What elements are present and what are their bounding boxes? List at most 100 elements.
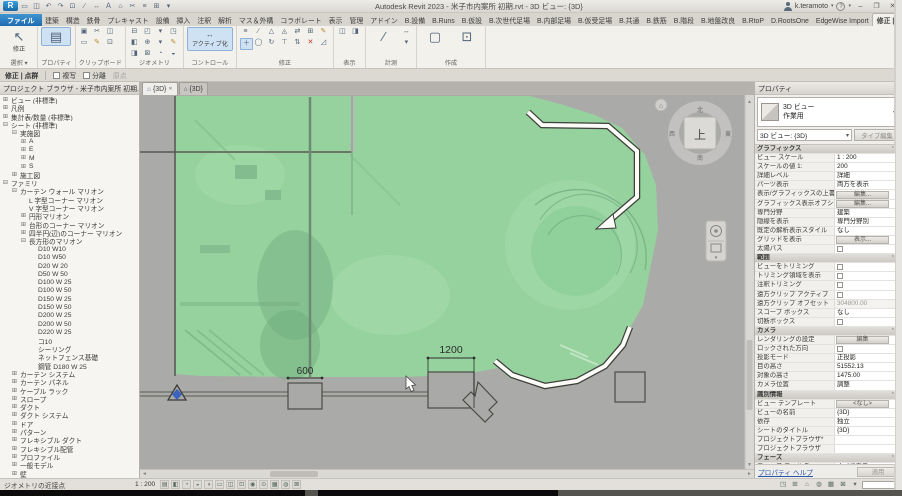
revit-logo-icon[interactable]: R [3,1,18,11]
dimension-text[interactable]: 600 [297,366,314,377]
property-row[interactable]: スケールの値 1: 200 200 [755,163,902,172]
ribbon-tab[interactable]: B.鉄筋 [643,14,670,26]
properties-help-link[interactable]: プロパティ ヘルプ [758,467,813,477]
tree-expander-icon[interactable]: ⊞ [20,221,27,229]
mirror-axis-icon[interactable] [266,27,277,37]
status-icon[interactable]: ◳ [778,480,788,489]
delete-icon[interactable] [305,38,316,48]
ribbon-tab[interactable]: B.仮受足場 [575,14,616,26]
tree-item[interactable]: D20 W 20 [0,262,139,270]
offset-icon[interactable] [253,27,264,37]
ribbon-tab[interactable]: コラボレート [277,14,325,26]
tree-item[interactable]: ⊞ パターン [0,428,139,436]
pin-icon[interactable] [279,38,290,48]
property-value[interactable]: 正投影 [835,354,895,362]
extend-icon[interactable] [292,27,303,37]
ribbon-tab[interactable]: B.仮設 [458,14,485,26]
tree-item[interactable]: V 字型コーナー マリオン [0,204,139,212]
svg-text:西[interactable]: 西 [669,131,675,138]
option-checkbox-disjoin[interactable]: 分離 [83,70,106,80]
tree-expander-icon[interactable]: ⊟ [11,187,18,195]
tree-expander-icon[interactable]: ⊟ [2,121,9,129]
tree-item[interactable]: ⊟ カーテン ウォール マリオン [0,187,139,195]
wall-joins-icon[interactable] [129,49,140,59]
tree-item[interactable]: ⊞ ダクト システム [0,411,139,419]
qat-icon[interactable]: ⌂ [115,1,126,12]
property-row[interactable]: プロジェクトブラウザ [755,445,902,454]
status-icon[interactable]: ⌂ [802,480,812,489]
property-row[interactable]: フェーズ フィルタ すべて表示 すべて表示 [755,463,902,464]
ribbon-tab[interactable]: B.内部足場 [533,14,574,26]
property-value[interactable]: 専門分野別 [835,218,895,226]
ribbon-tab[interactable]: プレキャスト [104,14,152,26]
tree-item[interactable]: D220 W 25 [0,328,139,336]
trim-icon[interactable] [318,38,329,48]
account-caret-icon[interactable]: ▾ [831,3,834,9]
type-selector[interactable]: 3D ビュー 作業用 ▾ [757,97,900,127]
copy-icon[interactable] [105,27,116,37]
split-face-icon[interactable] [168,38,179,48]
ribbon-tab[interactable]: 解析 [215,14,236,26]
property-row[interactable]: 表示/グラフィックスの上書き 編集... 編集... [755,190,902,199]
tree-expander-icon[interactable]: ⊞ [2,104,9,112]
property-row[interactable]: ビュー スケール 1 : 200 1 : 200 [755,154,902,163]
tree-expander-icon[interactable]: ⊞ [11,436,18,444]
status-icon[interactable]: ▾ [850,480,860,489]
checkbox-icon[interactable] [83,72,90,79]
tree-expander-icon[interactable]: ⊞ [11,411,18,419]
view-control-icon[interactable]: ▭ [215,480,224,489]
tree-item[interactable]: ⊞ カーテン システム [0,370,139,378]
property-value[interactable]: 1 : 200 [835,154,895,162]
dimension-text[interactable]: 1200 [439,344,463,356]
checkbox-icon[interactable] [53,72,60,79]
tree-item[interactable]: ⊞ プロファイル [0,453,139,461]
tree-expander-icon[interactable]: ⊞ [20,163,27,171]
tree-expander-icon[interactable]: ⊞ [2,113,9,121]
tree-item[interactable]: D10 W50 [0,254,139,262]
tree-expander-icon[interactable]: ⊟ [2,179,9,187]
property-value[interactable]: 51552.13 [835,363,895,371]
view-control-icon[interactable]: ◫ [226,480,235,489]
mirror-draw-icon[interactable] [279,27,290,37]
create-similar-button[interactable]: ⊡ [452,27,482,46]
tree-expander-icon[interactable]: ⊞ [20,212,27,220]
close-view-icon[interactable] [168,86,172,92]
override-icon[interactable] [350,27,361,37]
tree-item[interactable]: ⊞ 一般モデル [0,461,139,469]
cut-icon[interactable] [92,27,103,37]
property-row[interactable]: 専門分野 建築 建築 [755,209,902,218]
slab-icon[interactable] [168,49,179,59]
property-value[interactable]: {3D} [835,427,895,435]
option-checkbox-copy[interactable]: 複写 [53,70,76,80]
property-row[interactable]: 遠方クリップ アクティブ [755,291,902,300]
ribbon-tab[interactable]: マス＆外構 [235,14,276,26]
align-icon[interactable] [240,27,251,37]
profile-icon[interactable] [155,49,166,59]
tree-item[interactable]: D150 W 25 [0,295,139,303]
property-checkbox[interactable] [837,292,843,298]
tree-item[interactable]: ⊞ E [0,146,139,154]
canvas-vscrollbar[interactable]: ▲ ▼ [745,95,754,469]
qat-icon[interactable]: ↔ [91,1,102,12]
tree-item[interactable]: D100 W 25 [0,279,139,287]
property-edit-button[interactable]: 編集 [836,336,889,344]
property-value[interactable]: なし [835,309,895,317]
property-value[interactable]: 調整 [835,381,895,389]
ribbon-tab[interactable]: B.設備 [401,14,428,26]
tree-expander-icon[interactable]: ⊞ [11,428,18,436]
property-row[interactable]: 注釈トリミング [755,281,902,290]
property-checkbox[interactable] [837,319,843,325]
property-value[interactable]: 独立 [835,418,895,426]
dropdown-icon[interactable] [155,38,166,48]
tree-expander-icon[interactable]: ⊞ [11,470,18,478]
sketch-icon[interactable] [318,27,329,37]
property-edit-button[interactable]: <なし> [836,400,889,408]
project-browser-header[interactable]: プロジェクト ブラウザ - 米子市内案所 初期.rvt [0,82,139,95]
tree-expander-icon[interactable]: ⊞ [20,138,27,146]
property-row[interactable]: 対象の高さ 1475.00 1475.00 [755,372,902,381]
qat-icon[interactable]: ≡ [139,1,150,12]
properties-toggle-button[interactable]: ▤ [41,27,71,46]
tree-expander-icon[interactable]: ⊞ [11,387,18,395]
tree-expander-icon[interactable]: ⊟ [20,237,27,245]
property-edit-button[interactable]: 表示... [836,236,889,244]
